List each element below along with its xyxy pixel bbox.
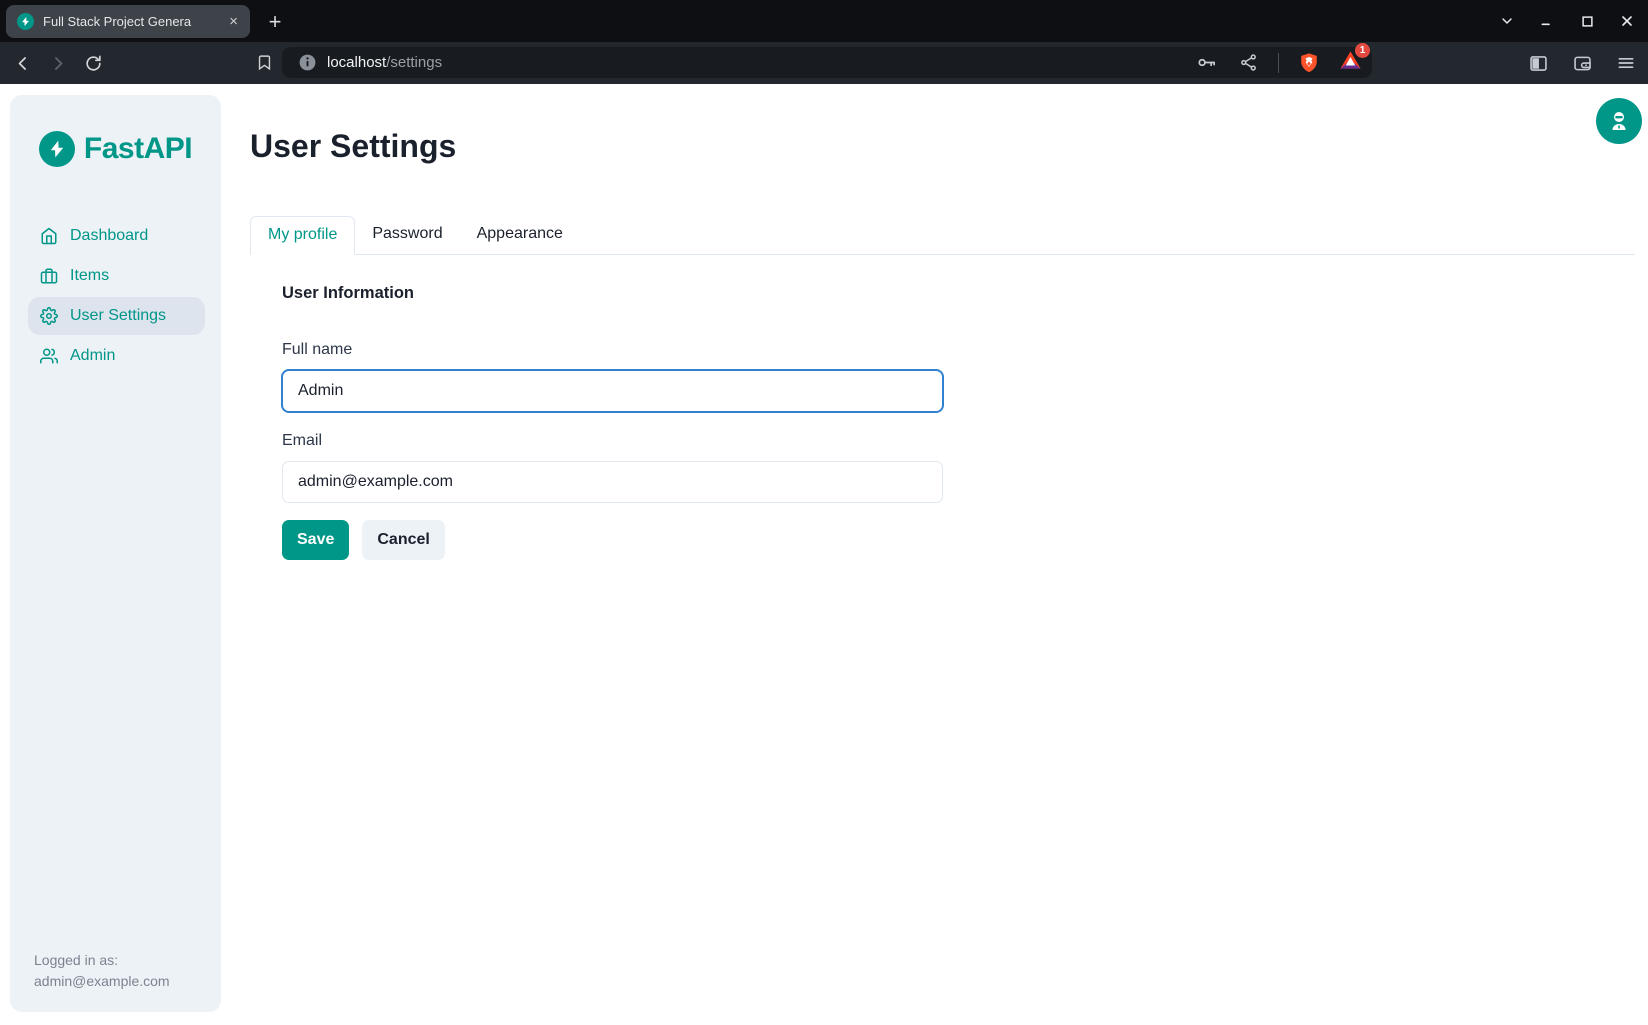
share-icon[interactable] [1236, 51, 1260, 75]
url-bar[interactable]: localhost/settings 1 [282, 47, 1372, 78]
profile-panel: User Information Full name Email Save Ca… [282, 284, 982, 560]
sidebar-item-dashboard[interactable]: Dashboard [28, 217, 205, 255]
save-button[interactable]: Save [282, 520, 349, 560]
home-icon [40, 227, 58, 245]
app-page: FastAPI Dashboard Items User Settings A [0, 84, 1648, 1025]
fastapi-bolt-icon [39, 131, 75, 167]
settings-tabs: My profile Password Appearance [250, 216, 1635, 255]
sidebar-item-label: Dashboard [70, 227, 148, 245]
sidebar-item-admin[interactable]: Admin [28, 337, 205, 375]
tab-close-icon[interactable]: × [225, 12, 242, 31]
sidebar-item-label: User Settings [70, 307, 166, 325]
fastapi-logo: FastAPI [10, 131, 221, 167]
url-bar-actions: 1 [1194, 49, 1362, 77]
user-menu-button[interactable] [1596, 98, 1642, 144]
logged-in-footer: Logged in as: admin@example.com [34, 950, 170, 992]
browser-tab[interactable]: Full Stack Project Genera × [6, 5, 250, 38]
window-minimize-icon[interactable] [1534, 8, 1560, 34]
section-title: User Information [282, 284, 982, 303]
bookmark-icon[interactable] [250, 48, 278, 76]
wallet-icon[interactable] [1570, 51, 1594, 75]
tab-password[interactable]: Password [355, 216, 459, 254]
new-tab-button[interactable]: + [262, 9, 288, 35]
user-astronaut-icon [1607, 109, 1631, 133]
gear-icon [40, 307, 58, 325]
email-input[interactable] [282, 461, 943, 503]
back-icon[interactable] [8, 48, 38, 78]
window-chevron-down-icon[interactable] [1494, 8, 1520, 34]
full-name-input[interactable] [282, 370, 943, 412]
spacer [282, 412, 982, 432]
tab-appearance[interactable]: Appearance [460, 216, 580, 254]
menu-icon[interactable] [1614, 51, 1638, 75]
window-close-icon[interactable] [1614, 8, 1640, 34]
sidebar-item-items[interactable]: Items [28, 257, 205, 295]
brave-shield-icon[interactable] [1297, 51, 1321, 75]
rewards-notification-badge: 1 [1355, 43, 1370, 58]
brave-rewards-button[interactable]: 1 [1339, 49, 1362, 77]
cancel-button[interactable]: Cancel [362, 520, 444, 560]
key-icon[interactable] [1194, 51, 1218, 75]
toolbar-right-actions [1526, 42, 1638, 84]
side-panel-icon[interactable] [1526, 51, 1550, 75]
form-actions: Save Cancel [282, 520, 982, 560]
forward-icon[interactable] [42, 48, 72, 78]
url-path: /settings [386, 54, 442, 71]
email-label: Email [282, 432, 982, 450]
reload-icon[interactable] [78, 48, 108, 78]
window-maximize-icon[interactable] [1574, 8, 1600, 34]
window-controls [1494, 0, 1640, 42]
browser-tab-bar: Full Stack Project Genera × + [0, 0, 1648, 42]
sidebar-item-label: Admin [70, 347, 115, 365]
logo-text: FastAPI [84, 132, 192, 166]
page-title: User Settings [250, 128, 456, 165]
full-name-label: Full name [282, 341, 982, 359]
sidebar-item-user-settings[interactable]: User Settings [28, 297, 205, 335]
sidebar: FastAPI Dashboard Items User Settings A [10, 95, 221, 1012]
users-icon [40, 347, 58, 365]
toolbar-divider [1278, 53, 1279, 73]
sidebar-item-label: Items [70, 267, 109, 285]
logged-in-label: Logged in as: [34, 950, 170, 971]
browser-window: Full Stack Project Genera × + [0, 0, 1648, 1025]
sidebar-nav: Dashboard Items User Settings Admin [10, 217, 221, 375]
url-host: localhost [327, 54, 386, 71]
tab-title: Full Stack Project Genera [43, 14, 211, 29]
logged-in-email: admin@example.com [34, 971, 170, 992]
fastapi-favicon-icon [17, 13, 34, 30]
site-info-icon[interactable] [298, 53, 317, 72]
tab-my-profile[interactable]: My profile [250, 216, 355, 255]
briefcase-icon [40, 267, 58, 285]
